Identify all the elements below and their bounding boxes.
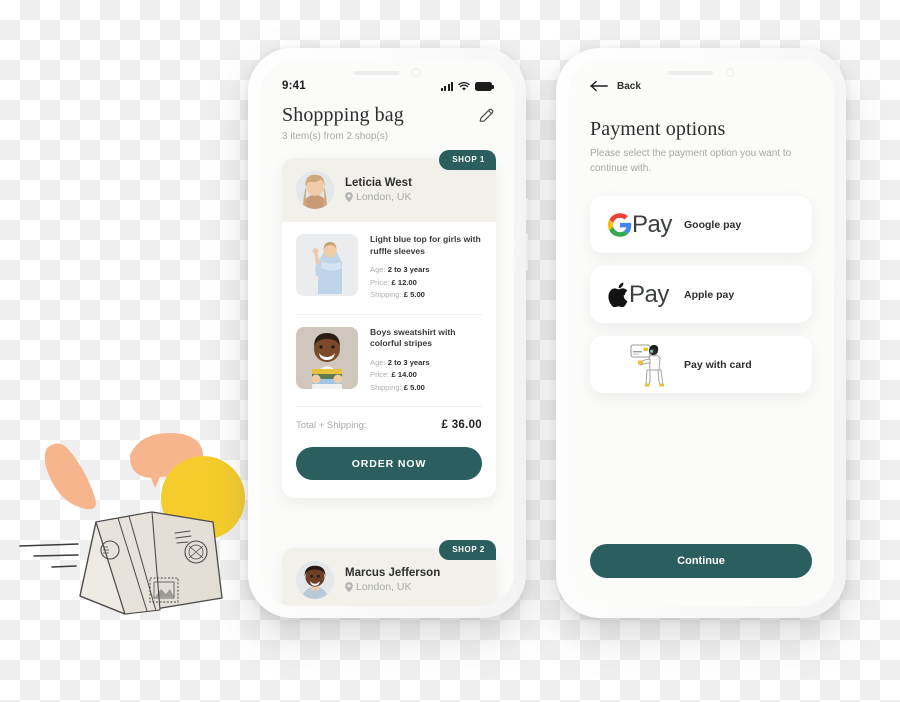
product-shipping-label: Shipping: — [370, 290, 402, 300]
product-name: Light blue top for girls with ruffle sle… — [370, 234, 481, 256]
map-pin-icon — [345, 582, 353, 592]
person-holding-card-illustration — [630, 343, 664, 386]
google-pay-label: Google pay — [684, 218, 742, 231]
product-price-value: £ 12.00 — [391, 277, 417, 287]
pay-with-card-label: Pay with card — [684, 358, 752, 371]
pencil-edit-icon[interactable] — [477, 106, 496, 125]
map-pin-icon — [345, 192, 353, 202]
product-price-label: Price: — [370, 277, 390, 287]
seller-1-name: Leticia West — [345, 177, 412, 189]
seller-1-location-text: London, UK — [356, 191, 412, 203]
product-shipping-value: £ 5.00 — [403, 382, 425, 392]
shop-1-products: Light blue top for girls with ruffle sle… — [282, 222, 496, 408]
product-age: Age: 2 to 3 years — [370, 357, 482, 370]
product-age-label: Age: — [370, 265, 386, 275]
product-age-value: 2 to 3 years — [387, 265, 430, 275]
payment-option-pay-with-card[interactable]: Pay with card — [590, 336, 812, 393]
payment-description: Please select the payment option you wan… — [590, 148, 792, 174]
shop-2-badge: SHOP 2 — [439, 540, 496, 560]
seller-2-avatar — [296, 561, 334, 599]
decorative-illustration — [19, 433, 245, 615]
seller-2-name: Marcus Jefferson — [345, 567, 441, 579]
speed-lines-icon — [19, 543, 79, 568]
shop-1-header: SHOP 1 Leticia West London, UK — [282, 150, 496, 222]
product-shipping: Shipping: £ 5.00 — [370, 289, 482, 302]
shop-2-header: SHOP 2 Marcus Jefferson London, UK — [282, 540, 496, 606]
page-subtitle: 3 item(s) from 2 shop(s) — [282, 131, 389, 142]
apple-logo-icon — [608, 282, 628, 307]
page-title: Shoppping bag — [282, 104, 404, 126]
notch — [667, 68, 735, 77]
product-price: Price: £ 12.00 — [370, 277, 482, 290]
seller-1-avatar — [296, 171, 334, 209]
payment-options-list: Pay Google pay Pay Apple pay Pay with ca… — [590, 196, 812, 406]
payment-header: Payment options Please select the paymen… — [590, 118, 812, 176]
product-row[interactable]: Boys sweatshirt with colorful stripes Ag… — [296, 315, 482, 408]
wifi-icon — [458, 81, 470, 91]
payment-option-google-pay[interactable]: Pay Google pay — [590, 196, 812, 253]
seller-2-location-text: London, UK — [356, 581, 412, 593]
status-icons — [440, 81, 494, 91]
google-pay-logo: Pay — [608, 211, 684, 239]
google-pay-word: Pay — [632, 210, 672, 238]
battery-full-icon — [475, 81, 494, 91]
payment-options-screen: Back Payment options Please select the p… — [568, 60, 834, 606]
status-time: 9:41 — [282, 80, 306, 92]
pay-with-card-illustration — [608, 342, 684, 388]
apple-pay-label: Apple pay — [684, 288, 735, 301]
product-price-value: £ 14.00 — [391, 370, 417, 380]
total-row: Total + Shipping: £ 36.00 — [282, 407, 496, 433]
seller-1-location: London, UK — [345, 191, 412, 203]
product-thumbnail — [296, 326, 358, 389]
shopping-bag-header: Shoppping bag 3 item(s) from 2 shop(s) — [282, 104, 496, 142]
payment-title: Payment options — [590, 118, 726, 140]
cellular-bars-icon — [440, 81, 453, 91]
back-label: Back — [617, 80, 641, 92]
notch — [353, 68, 421, 77]
product-price: Price: £ 14.00 — [370, 369, 482, 382]
order-now-button[interactable]: ORDER NOW — [296, 447, 482, 481]
shopping-bag-screen: 9:41 Shoppping bag 3 item(s) from 2 shop… — [260, 60, 514, 606]
product-row[interactable]: Light blue top for girls with ruffle sle… — [296, 222, 482, 315]
product-thumbnail — [296, 234, 358, 296]
product-price-label: Price: — [370, 370, 390, 380]
product-age-value: 2 to 3 years — [387, 357, 430, 367]
shop-card-2: SHOP 2 Marcus Jefferson London, UK — [282, 540, 496, 606]
product-age: Age: 2 to 3 years — [370, 264, 482, 277]
apple-pay-logo: Pay — [608, 281, 684, 309]
front-camera-icon — [411, 68, 421, 77]
payment-option-apple-pay[interactable]: Pay Apple pay — [590, 266, 812, 323]
arrow-left-icon — [590, 80, 608, 92]
back-button[interactable]: Back — [590, 80, 641, 92]
product-age-label: Age: — [370, 357, 386, 367]
product-name: Boys sweatshirt with colorful stripes — [370, 326, 456, 349]
cardboard-parcel-icon — [79, 511, 223, 615]
total-value: £ 36.00 — [441, 419, 482, 432]
shop-card-1: SHOP 1 Leticia West London, UK Light blu… — [282, 150, 496, 499]
phone-payment-options: Back Payment options Please select the p… — [556, 48, 846, 618]
google-g-icon — [608, 212, 632, 237]
shop-1-badge: SHOP 1 — [439, 150, 496, 170]
seller-2-location: London, UK — [345, 581, 440, 593]
apple-pay-word: Pay — [629, 280, 669, 308]
product-shipping-value: £ 5.00 — [403, 290, 425, 300]
status-bar: 9:41 — [260, 80, 514, 92]
phone-shopping-bag: 9:41 Shoppping bag 3 item(s) from 2 shop… — [248, 48, 528, 618]
phone-left-power-button[interactable] — [525, 233, 528, 271]
peach-triangle-icon — [44, 443, 96, 510]
total-label: Total + Shipping: — [296, 419, 367, 431]
front-camera-icon — [725, 68, 735, 77]
speaker-grill-icon — [667, 70, 714, 75]
phone-left-side-button[interactable] — [525, 198, 528, 220]
product-shipping: Shipping: £ 5.00 — [370, 382, 482, 395]
speaker-grill-icon — [353, 70, 400, 75]
continue-button[interactable]: Continue — [590, 544, 812, 578]
product-shipping-label: Shipping: — [370, 382, 402, 392]
